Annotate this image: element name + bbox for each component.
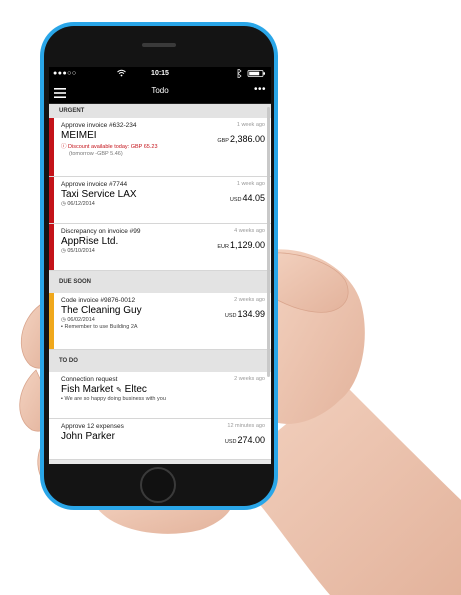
urgent-indicator	[49, 177, 54, 223]
phone-speaker	[142, 43, 176, 47]
section-header-urgent: URGENT	[49, 104, 271, 118]
home-button[interactable]	[140, 467, 176, 503]
item-time: 1 week ago	[236, 122, 265, 128]
todo-item[interactable]: Connection request Fish Market ✎ Eltec ▪…	[49, 372, 271, 419]
info-icon: ⓘ	[61, 144, 69, 150]
status-bar: ●●●○○ 10:15	[49, 67, 271, 81]
item-time: 12 minutes ago	[227, 423, 265, 429]
link-icon: ✎	[116, 387, 122, 394]
section-header-due-soon: DUE SOON	[49, 271, 271, 293]
item-time: 1 week ago	[236, 181, 265, 187]
item-topline: Approve invoice #7744	[61, 181, 128, 188]
section-header-to-do: TO DO	[49, 350, 271, 372]
nav-bar: Todo •••	[49, 81, 271, 104]
item-discount-tomorrow: (tomorrow -GBP 5.46)	[69, 151, 123, 157]
item-name: Fish Market ✎ Eltec	[61, 384, 147, 395]
item-time: 2 weeks ago	[234, 376, 265, 382]
item-amount: USD44.05	[229, 193, 265, 203]
urgent-indicator	[49, 224, 54, 270]
item-comment: ▪ Remember to use Building 2A	[61, 324, 138, 330]
urgent-indicator	[49, 118, 54, 176]
bluetooth-icon	[237, 68, 242, 80]
item-time: 2 weeks ago	[234, 297, 265, 303]
due-soon-indicator	[49, 293, 54, 349]
battery-icon	[247, 70, 265, 77]
todo-item[interactable]: Approve 12 expenses John Parker 12 minut…	[49, 419, 271, 460]
item-time: 4 weeks ago	[234, 228, 265, 234]
status-right	[235, 68, 267, 80]
item-comment: ▪ We are so happy doing business with yo…	[61, 396, 166, 402]
todo-item[interactable]: Discrepancy on invoice #99 AppRise Ltd. …	[49, 224, 271, 271]
todo-item[interactable]: Approve invoice #632-234 MEIMEI ⓘ Discou…	[49, 118, 271, 177]
item-amount: USD274.00	[224, 435, 265, 445]
item-topline: Approve invoice #632-234	[61, 122, 137, 129]
todo-item[interactable]: Approve invoice #7744 Taxi Service LAX ◷…	[49, 177, 271, 224]
item-amount: EUR1,129.00	[217, 240, 265, 250]
page-title: Todo	[151, 86, 169, 95]
item-amount: USD134.99	[224, 309, 265, 319]
scrollbar[interactable]	[267, 107, 270, 377]
todo-item[interactable]: Code invoice #9876-0012 The Cleaning Guy…	[49, 293, 271, 350]
more-dots-icon[interactable]: •••	[254, 84, 266, 95]
app-screen: ●●●○○ 10:15 Todo ••• URGENT Approve invo…	[49, 67, 271, 464]
item-amount: GBP2,386.00	[217, 134, 265, 144]
